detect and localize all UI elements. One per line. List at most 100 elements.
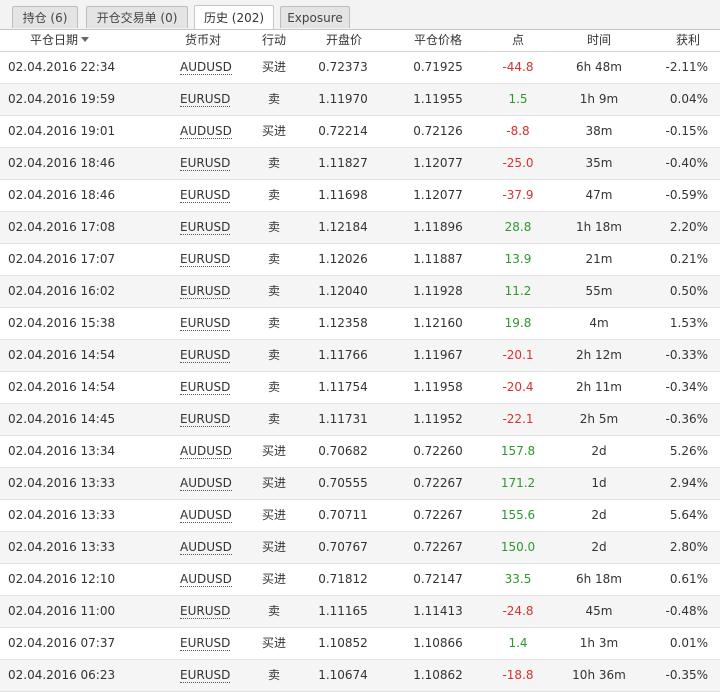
tab-open-positions[interactable]: 持仓 (6) — [12, 6, 78, 28]
symbol-cell[interactable]: EURUSD — [180, 276, 231, 307]
duration-cell: 2d — [591, 444, 607, 458]
column-symbol[interactable]: 货币对 — [185, 30, 221, 51]
symbol-cell[interactable]: AUDUSD — [180, 116, 232, 147]
symbol-link[interactable]: EURUSD — [180, 412, 231, 427]
symbol-cell[interactable]: AUDUSD — [180, 500, 232, 531]
symbol-cell[interactable]: AUDUSD — [180, 468, 232, 499]
duration-cell: 2h 5m — [579, 412, 619, 426]
table-row[interactable]: 02.04.2016 19:01 AUDUSD 买进 0.72214 0.72126 -8… — [0, 116, 720, 148]
table-header: 平仓日期 货币对 行动 开盘价 平仓价格 点 时间 获利 — [0, 30, 720, 52]
table-row[interactable]: 02.04.2016 14:54 EURUSD 卖 1.11766 1.11967 -20… — [0, 340, 720, 372]
symbol-cell[interactable]: AUDUSD — [180, 52, 232, 83]
profit-cell: 0.50% — [669, 284, 708, 298]
symbol-cell[interactable]: EURUSD — [180, 212, 231, 243]
column-close-date-label: 平仓日期 — [30, 33, 79, 47]
duration-cell: 45m — [585, 604, 613, 618]
duration-cell: 2h 11m — [575, 380, 622, 394]
symbol-cell[interactable]: EURUSD — [180, 148, 231, 179]
action-cell: 买进 — [261, 476, 286, 490]
table-row[interactable]: 02.04.2016 13:33 AUDUSD 买进 0.70711 0.72267 15… — [0, 500, 720, 532]
table-row[interactable]: 02.04.2016 12:10 AUDUSD 买进 0.71812 0.72147 33… — [0, 564, 720, 596]
symbol-cell[interactable]: EURUSD — [180, 308, 231, 339]
table-row[interactable]: 02.04.2016 18:46 EURUSD 卖 1.11827 1.12077 -25… — [0, 148, 720, 180]
open-price-cell: 1.11970 — [318, 92, 368, 106]
close-date-cell: 02.04.2016 13:33 — [8, 508, 116, 522]
column-close-date[interactable]: 平仓日期 — [30, 30, 90, 51]
table-row[interactable]: 02.04.2016 14:45 EURUSD 卖 1.11731 1.11952 -22… — [0, 404, 720, 436]
close-date-cell: 02.04.2016 13:33 — [8, 476, 116, 490]
symbol-link[interactable]: AUDUSD — [180, 572, 232, 587]
symbol-cell[interactable]: AUDUSD — [180, 564, 232, 595]
profit-cell: -2.11% — [665, 60, 708, 74]
symbol-link[interactable]: EURUSD — [180, 92, 231, 107]
symbol-link[interactable]: EURUSD — [180, 188, 231, 203]
symbol-link[interactable]: EURUSD — [180, 348, 231, 363]
table-row[interactable]: 02.04.2016 15:38 EURUSD 卖 1.12358 1.12160 19.… — [0, 308, 720, 340]
close-price-cell: 1.10866 — [413, 636, 463, 650]
symbol-link[interactable]: AUDUSD — [180, 508, 232, 523]
symbol-link[interactable]: AUDUSD — [180, 540, 232, 555]
symbol-link[interactable]: AUDUSD — [180, 124, 232, 139]
column-points[interactable]: 点 — [512, 30, 524, 51]
tab-pending-orders[interactable]: 开仓交易单 (0) — [86, 6, 188, 28]
points-cell: -22.1 — [502, 412, 534, 426]
table-row[interactable]: 02.04.2016 17:08 EURUSD 卖 1.12184 1.11896 28.… — [0, 212, 720, 244]
symbol-link[interactable]: EURUSD — [180, 668, 231, 683]
symbol-cell[interactable]: EURUSD — [180, 404, 231, 435]
symbol-link[interactable]: AUDUSD — [180, 444, 232, 459]
symbol-link[interactable]: EURUSD — [180, 156, 231, 171]
symbol-cell[interactable]: EURUSD — [180, 244, 231, 275]
close-date-cell: 02.04.2016 14:45 — [8, 412, 116, 426]
symbol-cell[interactable]: EURUSD — [180, 628, 231, 659]
close-price-cell: 1.11896 — [413, 220, 463, 234]
symbol-link[interactable]: AUDUSD — [180, 476, 232, 491]
column-open-price[interactable]: 开盘价 — [326, 30, 362, 51]
open-price-cell: 1.12040 — [318, 284, 368, 298]
column-close-price[interactable]: 平仓价格 — [414, 30, 462, 51]
action-cell: 卖 — [267, 188, 280, 202]
column-duration[interactable]: 时间 — [587, 30, 611, 51]
symbol-cell[interactable]: EURUSD — [180, 180, 231, 211]
duration-cell: 1h 18m — [575, 220, 622, 234]
table-row[interactable]: 02.04.2016 06:23 EURUSD 卖 1.10674 1.10862 -18… — [0, 660, 720, 692]
symbol-cell[interactable]: EURUSD — [180, 596, 231, 627]
table-row[interactable]: 02.04.2016 13:34 AUDUSD 买进 0.70682 0.72260 15… — [0, 436, 720, 468]
table-row[interactable]: 02.04.2016 13:33 AUDUSD 买进 0.70555 0.72267 17… — [0, 468, 720, 500]
points-cell: -18.8 — [502, 668, 534, 682]
tab-exposure[interactable]: Exposure — [280, 6, 350, 28]
action-cell: 卖 — [267, 412, 280, 426]
table-row[interactable]: 02.04.2016 16:02 EURUSD 卖 1.12040 1.11928 11.… — [0, 276, 720, 308]
duration-cell: 35m — [585, 156, 613, 170]
profit-cell: 2.94% — [669, 476, 708, 490]
column-profit[interactable]: 获利 — [676, 30, 700, 51]
symbol-link[interactable]: AUDUSD — [180, 60, 232, 75]
symbol-link[interactable]: EURUSD — [180, 604, 231, 619]
duration-cell: 6h 18m — [575, 572, 622, 586]
tab-history[interactable]: 历史 (202) — [194, 5, 274, 29]
table-row[interactable]: 02.04.2016 13:33 AUDUSD 买进 0.70767 0.72267 15… — [0, 532, 720, 564]
symbol-link[interactable]: EURUSD — [180, 380, 231, 395]
table-row[interactable]: 02.04.2016 11:00 EURUSD 卖 1.11165 1.11413 -24… — [0, 596, 720, 628]
column-action[interactable]: 行动 — [262, 30, 286, 51]
symbol-cell[interactable]: AUDUSD — [180, 436, 232, 467]
symbol-cell[interactable]: EURUSD — [180, 660, 231, 691]
table-row[interactable]: 02.04.2016 22:34 AUDUSD 买进 0.72373 0.71925 -4… — [0, 52, 720, 84]
points-cell: -20.1 — [502, 348, 534, 362]
table-row[interactable]: 02.04.2016 18:46 EURUSD 卖 1.11698 1.12077 -37… — [0, 180, 720, 212]
close-price-cell: 1.11413 — [413, 604, 463, 618]
table-row[interactable]: 02.04.2016 14:54 EURUSD 卖 1.11754 1.11958 -20… — [0, 372, 720, 404]
symbol-cell[interactable]: EURUSD — [180, 84, 231, 115]
symbol-link[interactable]: EURUSD — [180, 284, 231, 299]
symbol-cell[interactable]: EURUSD — [180, 340, 231, 371]
symbol-link[interactable]: EURUSD — [180, 252, 231, 267]
close-date-cell: 02.04.2016 18:46 — [8, 188, 116, 202]
symbol-cell[interactable]: AUDUSD — [180, 532, 232, 563]
action-cell: 买进 — [261, 540, 286, 554]
table-row[interactable]: 02.04.2016 19:59 EURUSD 卖 1.11970 1.11955 1.5… — [0, 84, 720, 116]
symbol-link[interactable]: EURUSD — [180, 636, 231, 651]
symbol-cell[interactable]: EURUSD — [180, 372, 231, 403]
table-row[interactable]: 02.04.2016 07:37 EURUSD 买进 1.10852 1.10866 1.… — [0, 628, 720, 660]
table-row[interactable]: 02.04.2016 17:07 EURUSD 卖 1.12026 1.11887 13.… — [0, 244, 720, 276]
symbol-link[interactable]: EURUSD — [180, 316, 231, 331]
symbol-link[interactable]: EURUSD — [180, 220, 231, 235]
